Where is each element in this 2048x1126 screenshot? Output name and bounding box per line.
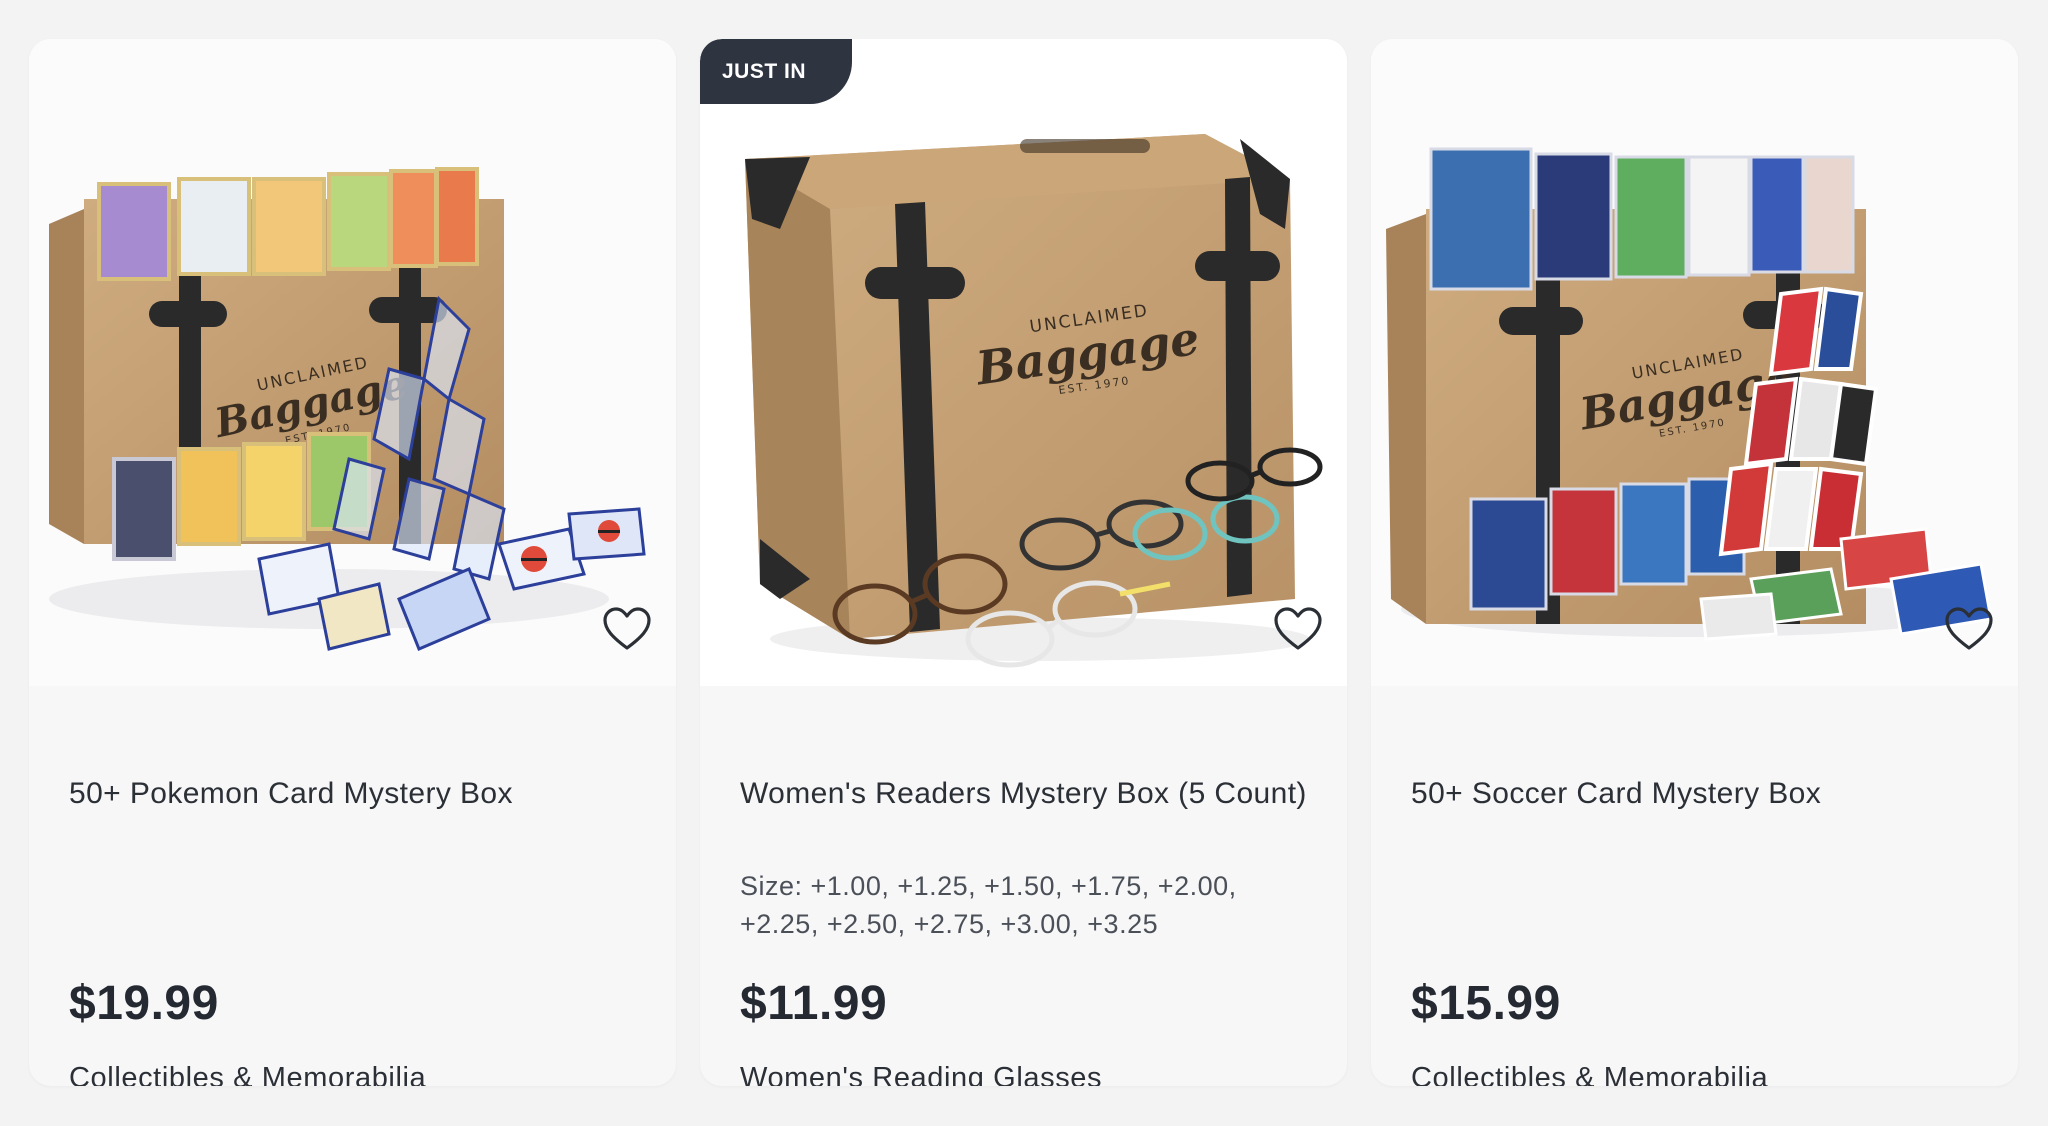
product-category[interactable]: Collectibles & Memorabilia <box>1411 1062 1768 1086</box>
product-price: $19.99 <box>69 977 219 1030</box>
product-grid: UNCLAIMED Baggage EST. 1970 50+ Pokemon … <box>29 39 2018 1086</box>
product-category[interactable]: Women's Reading Glasses <box>740 1062 1102 1086</box>
product-info: 50+ Soccer Card Mystery Box $15.99 Colle… <box>1411 686 1978 1086</box>
product-card[interactable]: UNCLAIMED Baggage EST. 1970 JUST IN Wome… <box>700 39 1347 1086</box>
heart-outline-icon <box>1945 607 1993 650</box>
product-title[interactable]: 50+ Pokemon Card Mystery Box <box>69 772 636 815</box>
heart-outline-icon <box>1274 607 1322 650</box>
readers-mystery-box-photo: UNCLAIMED Baggage EST. 1970 <box>700 39 1347 686</box>
product-image-readers[interactable]: UNCLAIMED Baggage EST. 1970 JUST IN <box>700 39 1347 686</box>
product-card[interactable]: UNCLAIMED Baggage EST. 1970 <box>1371 39 2018 1086</box>
product-category[interactable]: Collectibles & Memorabilia <box>69 1062 426 1086</box>
favorite-button[interactable] <box>1271 602 1325 656</box>
product-title[interactable]: Women's Readers Mystery Box (5 Count) <box>740 772 1307 815</box>
product-card[interactable]: UNCLAIMED Baggage EST. 1970 <box>29 39 676 1086</box>
favorite-button[interactable] <box>1942 602 1996 656</box>
product-image-soccer[interactable]: UNCLAIMED Baggage EST. 1970 <box>1371 39 2018 686</box>
product-image-pokemon[interactable]: UNCLAIMED Baggage EST. 1970 <box>29 39 676 686</box>
just-in-badge: JUST IN <box>700 39 853 104</box>
product-info: 50+ Pokemon Card Mystery Box $19.99 Coll… <box>69 686 636 1086</box>
product-info: Women's Readers Mystery Box (5 Count) Si… <box>740 686 1307 1086</box>
product-price: $15.99 <box>1411 977 1561 1030</box>
pokemon-mystery-box-photo: UNCLAIMED Baggage EST. 1970 <box>29 39 676 686</box>
product-title[interactable]: 50+ Soccer Card Mystery Box <box>1411 772 1978 815</box>
heart-outline-icon <box>603 607 651 650</box>
product-sizes: Size: +1.00, +1.25, +1.50, +1.75, +2.00,… <box>740 871 1237 939</box>
soccer-mystery-box-photo: UNCLAIMED Baggage EST. 1970 <box>1371 39 2018 686</box>
product-price: $11.99 <box>740 977 888 1030</box>
favorite-button[interactable] <box>600 602 654 656</box>
